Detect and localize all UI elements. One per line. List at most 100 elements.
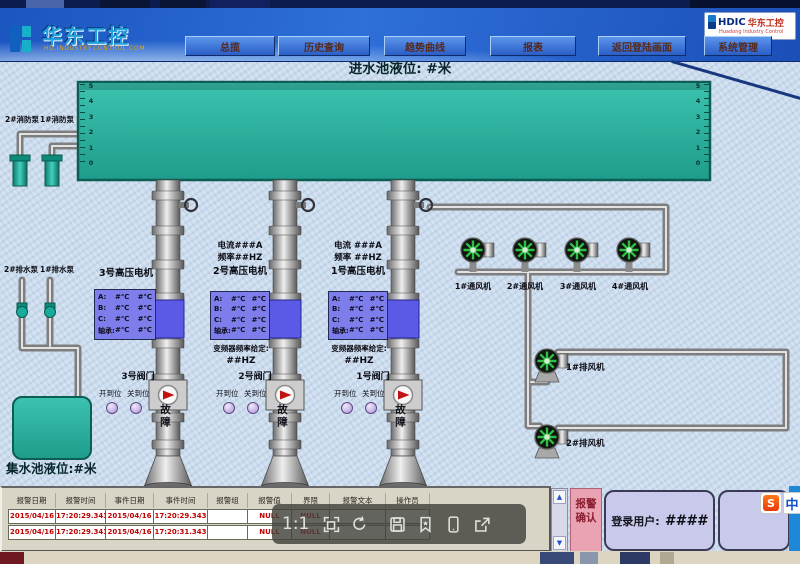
temp-row-label: A:	[98, 293, 107, 301]
temp-value: #℃	[137, 304, 152, 312]
temp-value: #℃	[369, 295, 384, 303]
temp-row-label: 轴承:	[332, 326, 349, 335]
temp-row-label: B:	[98, 304, 107, 312]
temp-value: #℃	[251, 305, 266, 314]
drain-valves	[16, 302, 56, 318]
valve-1-name: 1号阀门	[356, 372, 390, 382]
motor-1-frequency: 频率 ##HZ	[334, 253, 382, 263]
fire-pump-2-label: 2#消防泵	[5, 115, 40, 124]
temp-value: #℃	[251, 295, 266, 303]
ime-logo-icon[interactable]: S	[760, 492, 782, 514]
ime-mode-toggle[interactable]: 中	[783, 492, 800, 514]
exhaust-fan-2	[534, 424, 569, 459]
motor-2-name: 2号高压电机	[212, 266, 268, 277]
temp-value: #℃	[137, 293, 152, 301]
login-panel: 登录用户: ####	[604, 490, 715, 551]
valve-1-open-label: 开到位	[334, 389, 357, 398]
desktop-fragment	[580, 552, 598, 564]
rotate-icon[interactable]	[350, 515, 369, 534]
nav-button-return-login[interactable]: 返回登陆画面	[598, 36, 686, 56]
alarm-cell: 17:20:31.343	[154, 525, 208, 540]
ime-s-glyph: S	[763, 495, 779, 511]
drain-pump-2-label: 2#排水泵	[4, 265, 39, 274]
alarm-cell: 2015/04/16	[106, 509, 154, 524]
valve-3-name: 3号阀门	[121, 372, 155, 382]
temp-row-label: A:	[214, 295, 223, 303]
motor-2-vfd-label: 变频器频率给定:	[213, 344, 269, 353]
valve-2-name: 2号阀门	[238, 372, 272, 382]
motor-2-vfd-value: ##HZ	[226, 356, 256, 366]
device-icon[interactable]	[444, 515, 463, 534]
scroll-up-icon[interactable]: ▲	[553, 490, 566, 504]
fit-frame-icon[interactable]	[322, 515, 341, 534]
motor-2-band	[268, 299, 302, 339]
valve-2-close-label: 关到位	[244, 389, 267, 398]
motor-2-current: 电流###A	[217, 241, 263, 251]
alarm-col-header: 报警时间	[56, 493, 106, 508]
temp-row-label: B:	[214, 305, 223, 314]
temp-value: #℃	[231, 295, 246, 303]
alarm-cell	[208, 525, 248, 540]
temp-value: #℃	[369, 325, 384, 334]
nav-button-report[interactable]: 报表	[490, 36, 576, 56]
alarm-cell: 2015/04/16	[8, 525, 56, 540]
right-ruler-ticks	[704, 84, 709, 168]
ruler-number: 0	[88, 159, 94, 167]
vent-fan-1	[460, 237, 495, 263]
motor-2-temp-box: A: #℃ #℃ B: #℃ #℃ C: #℃ #℃ 轴承: #℃ #℃	[210, 291, 270, 340]
temp-row-label: C:	[214, 315, 222, 324]
motor-1-vfd-value: ##HZ	[344, 356, 374, 366]
alarm-cell	[208, 509, 248, 524]
sump-tank	[12, 396, 92, 460]
temp-value: #℃	[231, 305, 246, 314]
vent-fan-4	[616, 237, 651, 263]
alarm-cell: 2015/04/16	[106, 525, 154, 540]
valve-1-close-label: 关到位	[362, 389, 385, 398]
valve-2-open-label: 开到位	[216, 389, 239, 398]
vent-fan-3-label: 3#通风机	[559, 282, 597, 291]
temp-value: #℃	[349, 325, 364, 334]
ruler-number: 4	[695, 97, 701, 105]
os-strip-segment	[26, 0, 64, 8]
ruler-number: 0	[695, 159, 701, 167]
alarm-ack-button[interactable]: 报警确认	[570, 488, 602, 552]
bookmark-star-icon[interactable]	[416, 515, 435, 534]
ruler-number: 1	[88, 144, 94, 152]
valve-1-close-lamp	[365, 402, 377, 414]
nav-button-system-manage[interactable]: 系统管理	[704, 36, 772, 56]
corner-brand-name: 华东工控	[747, 18, 784, 29]
motor-1-name: 1号高压电机	[330, 266, 386, 277]
nav-button-overview[interactable]: 总揽	[185, 36, 275, 56]
temp-value: #℃	[137, 326, 152, 334]
temp-value: #℃	[251, 315, 266, 324]
motor-3-temp-box: A: #℃ #℃ B: #℃ #℃ C: #℃ #℃ 轴承: #℃ #℃	[94, 289, 156, 340]
scroll-down-icon[interactable]: ▼	[553, 536, 566, 550]
ruler-number: 2	[88, 128, 94, 136]
motor-3-name: 3号高压电机	[98, 268, 154, 279]
ruler-number: 3	[88, 113, 94, 121]
temp-row-label: C:	[332, 315, 340, 324]
valve-2-fault-label: 故障	[276, 404, 288, 429]
share-icon[interactable]	[472, 515, 491, 534]
exhaust-fan-1	[534, 348, 569, 383]
vent-fan-1-label: 1#通风机	[454, 282, 492, 291]
temp-row-label: A:	[332, 295, 341, 303]
desktop-fragment	[660, 552, 674, 564]
corner-brand-abbr: HDIC	[718, 16, 746, 28]
temp-value: #℃	[349, 305, 364, 314]
motor-1-temp-box: A: #℃ #℃ B: #℃ #℃ C: #℃ #℃ 轴承: #℃ #℃	[328, 291, 388, 340]
alarm-col-header: 事件日期	[106, 493, 154, 508]
alarm-scrollbar[interactable]: ▲ ▼	[551, 488, 568, 552]
temp-row-label: 轴承:	[98, 327, 115, 335]
nav-button-trend-curve[interactable]: 趋势曲线	[384, 36, 466, 56]
alarm-cell: 17:20:29.343	[56, 509, 108, 524]
ruler-number: 2	[695, 128, 701, 136]
os-strip-segment	[160, 0, 206, 8]
corner-brand-icon	[708, 15, 716, 29]
valve-1-fault-label: 故障	[394, 404, 406, 429]
save-icon[interactable]	[388, 515, 407, 534]
nav-button-history-query[interactable]: 历史查询	[278, 36, 370, 56]
ime-toolbar[interactable]: S 中	[760, 492, 800, 514]
login-label: 登录用户:	[611, 514, 660, 528]
alarm-col-header: 报警日期	[8, 493, 56, 508]
